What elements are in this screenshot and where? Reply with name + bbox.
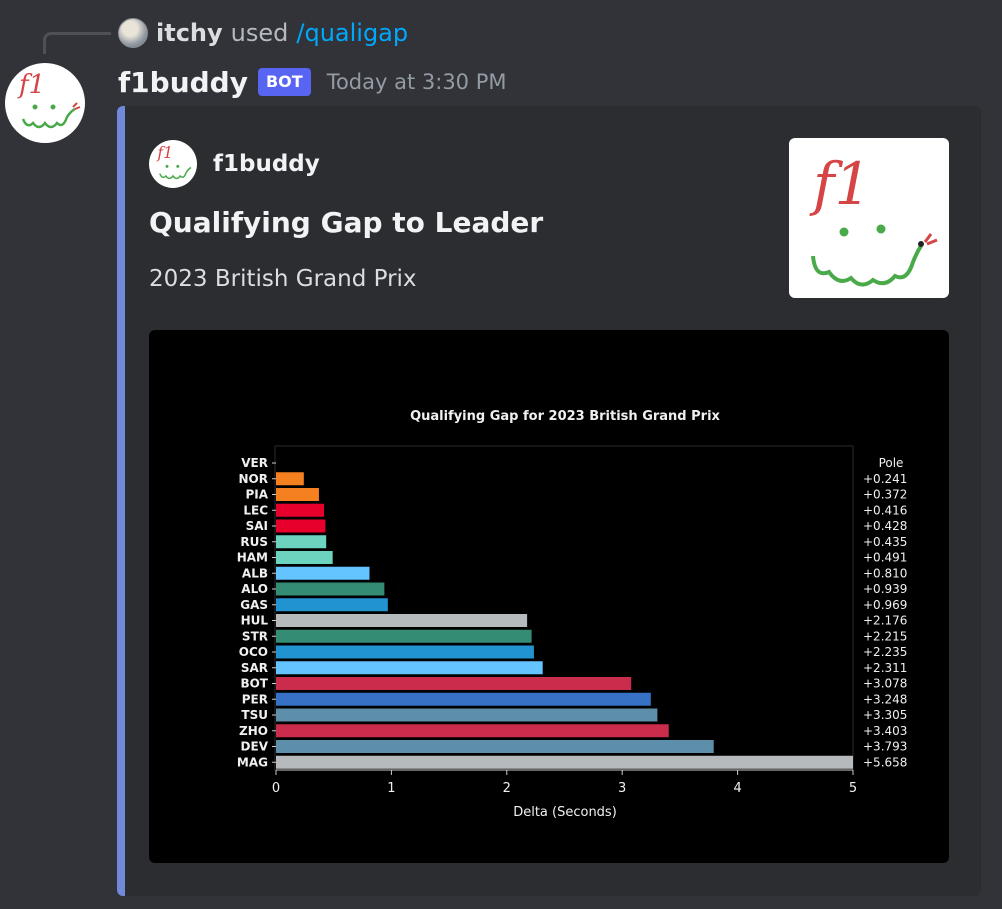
delta-label: +5.658 [863,755,907,769]
bar-sai [276,519,326,533]
delta-label: +2.235 [863,645,907,659]
replied-user-name[interactable]: itchy [156,19,223,47]
bar-nor [276,472,304,486]
y-tick-label: SAI [246,519,268,533]
bar-alo [276,582,385,596]
bar-alb [276,566,370,580]
embed-author-name: f1buddy [213,151,320,177]
y-tick-label: ALO [241,582,268,596]
bot-avatar[interactable]: f1 [5,63,85,143]
embed-author-icon: f1 [149,140,197,188]
delta-label: Pole [879,456,904,470]
y-tick-label: DEV [241,740,269,754]
thumbnail-logo-text: f1 [809,150,871,218]
bar-sar [276,661,543,675]
delta-label: +0.939 [863,582,907,596]
y-tick-label: SAR [241,661,268,675]
bar-zho [276,724,669,738]
x-tick-label: 5 [849,781,857,796]
delta-label: +3.305 [863,708,907,722]
embed-title: Qualifying Gap to Leader [149,206,544,239]
y-tick-label: ZHO [239,724,268,738]
bar-per [276,692,651,706]
bot-badge: BOT [257,68,311,96]
delta-label: +0.810 [863,566,907,580]
bar-gas [276,598,388,612]
svg-text:f1: f1 [156,144,173,162]
embed-thumbnail[interactable]: f1 [789,138,949,298]
y-tick-label: VER [241,456,268,470]
reply-context[interactable]: itchy used /qualigap [118,16,408,50]
y-tick-label: GAS [240,598,268,612]
bar-lec [276,503,325,517]
y-tick-label: OCO [239,645,268,659]
bar-pia [276,488,319,501]
bar-ham [276,551,333,564]
bar-oco [276,645,534,659]
svg-text:f1: f1 [17,70,45,100]
delta-label: +3.248 [863,692,907,706]
embed: f1 f1buddy Qualifying Gap to Leader 2023… [117,106,981,896]
x-tick-label: 3 [618,781,626,796]
y-tick-label: ALB [242,566,268,580]
delta-label: +3.078 [863,677,907,691]
y-tick-label: NOR [239,472,268,486]
delta-label: +2.311 [863,661,907,675]
y-tick-label: PER [242,692,268,706]
embed-accent-bar [117,106,125,896]
y-tick-label: HUL [241,614,269,628]
delta-label: +3.403 [863,724,907,738]
embed-author: f1 f1buddy [149,140,320,188]
delta-label: +0.491 [863,551,907,565]
x-tick-label: 0 [272,781,280,796]
bar-hul [276,614,528,627]
delta-label: +0.416 [863,503,907,517]
reply-connector [43,32,111,54]
x-tick-label: 4 [733,781,741,796]
qualifying-gap-chart: Qualifying Gap for 2023 British Grand Pr… [237,409,908,820]
y-tick-label: MAG [237,755,268,769]
reply-used-text: used [230,19,289,47]
embed-description: 2023 British Grand Prix [149,266,417,292]
y-tick-label: STR [242,629,268,643]
delta-label: +0.435 [863,535,907,549]
y-tick-label: HAM [237,551,268,565]
delta-label: +0.241 [863,472,907,486]
delta-label: +0.372 [863,488,907,502]
x-axis-label: Delta (Seconds) [513,805,617,820]
delta-label: +2.176 [863,614,907,628]
y-tick-label: BOT [240,677,268,691]
slash-command-link[interactable]: /qualigap [296,19,408,47]
y-tick-label: RUS [240,535,268,549]
y-tick-label: LEC [243,503,268,517]
x-tick-label: 2 [503,781,511,796]
y-tick-label: PIA [245,488,268,502]
replied-user-avatar[interactable] [118,18,148,48]
delta-label: +3.793 [863,740,907,754]
message-author[interactable]: f1buddy [118,66,248,99]
x-tick-label: 1 [387,781,395,796]
delta-label: +2.215 [863,629,907,643]
message-timestamp[interactable]: Today at 3:30 PM [327,70,507,94]
chart-image[interactable]: Qualifying Gap for 2023 British Grand Pr… [149,330,949,863]
y-tick-label: TSU [241,708,268,722]
bar-tsu [276,708,658,722]
bar-str [276,629,532,643]
chart-title: Qualifying Gap for 2023 British Grand Pr… [410,409,720,424]
delta-label: +0.428 [863,519,907,533]
bar-rus [276,535,327,549]
delta-label: +0.969 [863,598,907,612]
bar-mag [276,755,853,769]
message-header: f1buddy BOT Today at 3:30 PM [118,62,507,102]
bar-dev [276,740,714,753]
bar-bot [276,677,632,690]
